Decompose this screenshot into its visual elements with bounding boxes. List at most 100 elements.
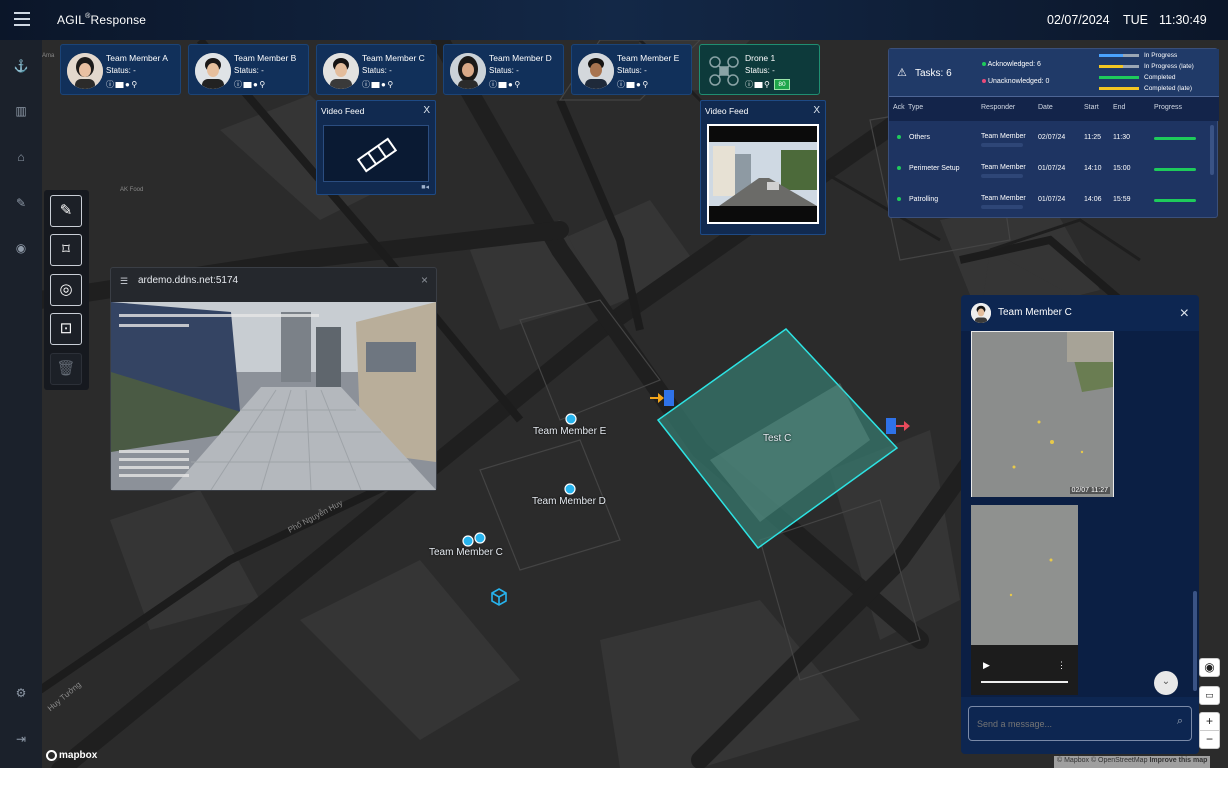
unacknowledged-label: Unacknowledged: 0 [987, 78, 1050, 85]
scroll-down-button[interactable]: ⌄ [1154, 671, 1178, 695]
table-row[interactable]: Others Team Member 02/07/24 11:25 11:30 [889, 124, 1219, 154]
marker-member-d[interactable] [564, 483, 576, 495]
anchor-icon[interactable]: ⚓ [13, 58, 29, 74]
ack-dot [897, 134, 901, 141]
mapbox-logo[interactable]: mapbox [46, 750, 97, 761]
map-controls: ◉ ▭ + − [1199, 658, 1220, 749]
gear-icon[interactable]: ⚙ [13, 685, 29, 701]
attribution-text[interactable]: © Mapbox © OpenStreetMap [1057, 757, 1147, 764]
video-feed-title: Video Feed [321, 106, 365, 116]
task-responder: Team Member [981, 133, 1026, 140]
draw-polygon-button[interactable]: ⌑ [50, 234, 82, 266]
eye-icon[interactable]: ◉ [13, 240, 29, 256]
menu-icon[interactable] [14, 12, 30, 26]
play-icon[interactable]: ▶ [983, 660, 990, 671]
pencil-icon[interactable]: ✎ [13, 195, 29, 211]
video-icon[interactable]: ▆ [755, 80, 765, 89]
map-attribution: © Mapbox © OpenStreetMap Improve this ma… [1054, 756, 1211, 768]
map-icon[interactable]: ▥ [13, 103, 29, 119]
attach-icon[interactable]: ⌕ [1177, 715, 1183, 728]
draw-circle-button[interactable]: ◎ [50, 274, 82, 306]
info-icon[interactable]: ⓘ [745, 80, 755, 89]
chat-close-button[interactable]: × [1180, 305, 1189, 323]
task-start: 11:25 [1084, 134, 1101, 141]
legend-label: Completed (late) [1144, 85, 1193, 92]
legend-completed-late: Completed (late) [1099, 85, 1192, 92]
video-icon[interactable]: ▆ [244, 80, 254, 89]
member-card-b[interactable]: Team Member B Status: - ⓘ▆●⚲ [188, 44, 309, 95]
tasks-panel: ⚠ Tasks: 6 Acknowledged: 6 Unacknowledge… [888, 48, 1219, 218]
member-card-d[interactable]: Team Member D Status: - ⓘ▆●⚲ [443, 44, 564, 95]
marker-member-e[interactable] [565, 413, 577, 425]
video-icon[interactable]: ▆ [499, 80, 509, 89]
info-icon[interactable]: ⓘ [234, 80, 244, 89]
chat-image[interactable]: 02/07 11:27 [971, 331, 1114, 497]
chat-scrollbar[interactable] [1193, 591, 1197, 691]
tasks-scrollbar[interactable] [1210, 125, 1214, 175]
warning-icon: ⚠ [897, 67, 907, 79]
video-icon[interactable]: ▆ [372, 80, 382, 89]
member-card-a[interactable]: Team Member A Status: - ⓘ▆●⚲ [60, 44, 181, 95]
column-header: Date [1038, 104, 1053, 111]
video-icon[interactable]: ▆ [116, 80, 126, 89]
location-pin-icon[interactable]: ⚲ [259, 80, 266, 89]
video-icon[interactable]: ▆ [627, 80, 637, 89]
draw-pencil-button[interactable]: ✎ [50, 195, 82, 227]
location-pin-icon[interactable]: ⚲ [514, 80, 521, 89]
location-pin-icon[interactable]: ⚲ [642, 80, 649, 89]
info-icon[interactable]: ⓘ [362, 80, 372, 89]
logout-icon[interactable]: ⇥ [13, 731, 29, 747]
home-icon[interactable]: ⌂ [13, 149, 29, 165]
avatar [578, 53, 614, 89]
chat-video[interactable]: ▶ ⋮ [971, 505, 1078, 695]
table-row[interactable]: Patrolling Team Member 01/07/24 14:06 15… [889, 186, 1219, 216]
column-header: Type [908, 104, 924, 111]
visibility-eye-button[interactable]: ◉ [1199, 658, 1220, 677]
column-header: End [1113, 104, 1126, 111]
location-pin-icon[interactable]: ⚲ [764, 80, 771, 89]
chat-avatar [971, 303, 991, 323]
member-card-e[interactable]: Team Member E Status: - ⓘ▆●⚲ [571, 44, 692, 95]
ack-dot [897, 165, 901, 172]
cctv-frame [111, 302, 436, 490]
avatar [323, 53, 359, 89]
video-placeholder[interactable] [323, 125, 429, 182]
legend-in-progress: In Progress [1099, 52, 1177, 59]
info-icon[interactable]: ⓘ [617, 80, 627, 89]
film-icon [356, 137, 398, 173]
tasks-summary: ⚠ Tasks: 6 Acknowledged: 6 Unacknowledge… [889, 49, 1219, 97]
location-pin-icon[interactable]: ⚲ [387, 80, 394, 89]
video-feed-panel-2: Video Feed X [700, 100, 826, 235]
legend-swatch [1099, 53, 1139, 57]
video-feed-close-button[interactable]: X [423, 105, 430, 116]
zoom-out-button[interactable]: − [1199, 730, 1220, 749]
top-bar: AGIL®Response 02/07/2024 TUE 11:30:49 [0, 0, 1228, 40]
camera-icon[interactable]: ■◂ [421, 183, 429, 191]
zoom-in-button[interactable]: + [1199, 712, 1220, 731]
stream-video[interactable] [111, 302, 436, 490]
message-input[interactable] [977, 715, 1157, 733]
more-options-icon[interactable]: ⋮ [1057, 660, 1066, 671]
map-poi-label-2: Ama [42, 53, 55, 59]
improve-map-link[interactable]: Improve this map [1149, 757, 1207, 764]
info-icon[interactable]: ⓘ [106, 80, 116, 89]
chat-messages[interactable]: 02/07 11:27 ▶ ⋮ ⌄ [961, 331, 1199, 697]
mapbox-logo-icon [46, 750, 57, 761]
video-feed-close-button[interactable]: X [813, 105, 820, 116]
member-card-c[interactable]: Team Member C Status: - ⓘ▆●⚲ [316, 44, 437, 95]
video-stream[interactable] [707, 124, 819, 224]
map-poi-label: AK Food [120, 187, 144, 193]
marker-member-c[interactable] [462, 535, 474, 547]
window-settings-icon[interactable]: ☰ [120, 276, 128, 287]
ruler-button[interactable]: ▭ [1199, 686, 1220, 705]
location-pin-icon[interactable]: ⚲ [131, 80, 138, 89]
video-progress-bar[interactable] [981, 681, 1068, 683]
snapshot-button[interactable]: ⊡ [50, 313, 82, 345]
marker-member-c-2[interactable] [474, 532, 486, 544]
info-icon[interactable]: ⓘ [489, 80, 499, 89]
window-close-button[interactable]: × [421, 273, 428, 287]
table-row[interactable]: Perimeter Setup Team Member 01/07/24 14:… [889, 155, 1219, 185]
delete-button[interactable]: 🗑 [50, 353, 82, 385]
drone-card[interactable]: Drone 1 Status: - ⓘ▆⚲ 80 [699, 44, 820, 95]
street-video-frame [709, 126, 817, 222]
